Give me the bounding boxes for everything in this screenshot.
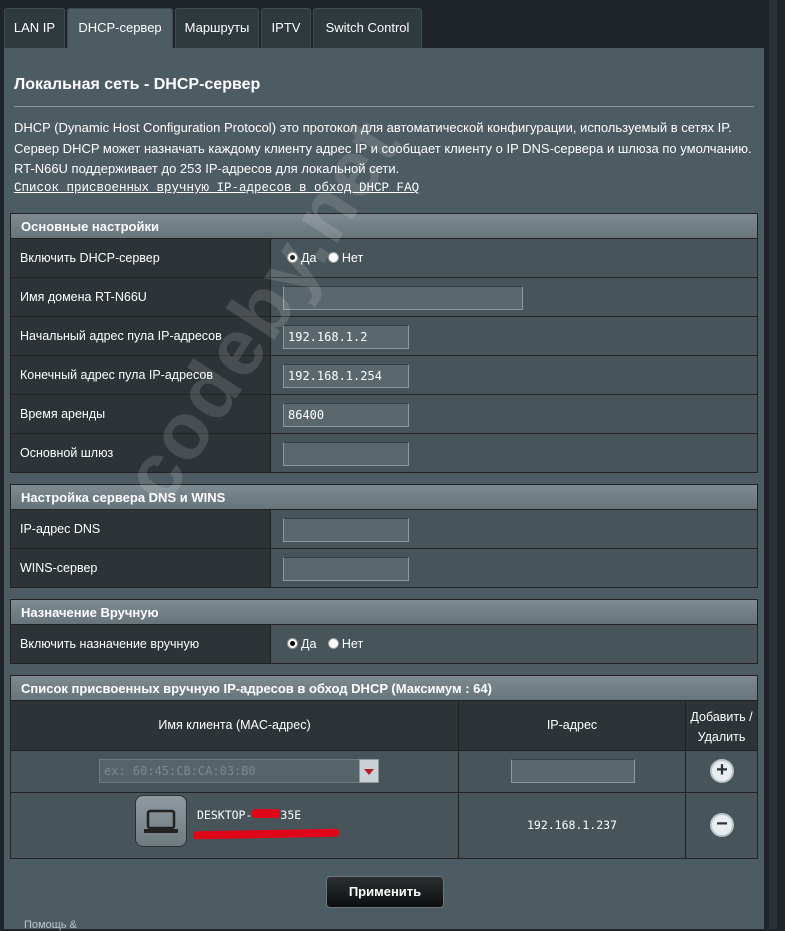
minus-icon: − xyxy=(716,813,728,835)
section-dns-header: Настройка сервера DNS и WINS xyxy=(10,484,758,510)
row-pool-end: Конечный адрес пула IP-адресов 192.168.1… xyxy=(10,356,758,395)
domain-name-input[interactable] xyxy=(283,286,523,310)
pool-start-label: Начальный адрес пула IP-адресов xyxy=(11,317,271,355)
enable-manual-yes-radio[interactable] xyxy=(287,638,298,649)
enable-dhcp-yes-radio[interactable] xyxy=(287,252,298,263)
mac-address-input[interactable]: ex: 60:45:CB:CA:03:B0 xyxy=(99,759,361,783)
tab-iptv[interactable]: IPTV xyxy=(261,8,311,48)
row-dns-ip: IP-адрес DNS xyxy=(10,510,758,549)
apply-button[interactable]: Применить xyxy=(326,876,444,908)
main-panel: Локальная сеть - DHCP-сервер DHCP (Dynam… xyxy=(4,48,764,929)
tab-lan-ip[interactable]: LAN IP xyxy=(4,8,65,48)
gateway-input[interactable] xyxy=(283,442,409,466)
section-basic-header: Основные настройки xyxy=(10,213,758,239)
col-action-remove-text: Удалить xyxy=(697,730,746,744)
dns-ip-label: IP-адрес DNS xyxy=(11,510,271,548)
scroll-track[interactable] xyxy=(764,0,785,929)
client-name-prefix: DESKTOP- xyxy=(197,808,253,822)
gateway-label: Основной шлюз xyxy=(11,434,271,472)
wins-server-input[interactable] xyxy=(283,557,409,581)
pool-end-label: Конечный адрес пула IP-адресов xyxy=(11,356,271,394)
row-enable-manual: Включить назначение вручную Да Нет xyxy=(10,625,758,664)
client-device-icon[interactable] xyxy=(135,795,187,847)
redaction-mark xyxy=(252,809,281,818)
enable-manual-no-label: Нет xyxy=(341,637,364,651)
row-pool-start: Начальный адрес пула IP-адресов 192.168.… xyxy=(10,317,758,356)
row-wins-server: WINS-сервер xyxy=(10,549,758,588)
pool-end-input[interactable]: 192.168.1.254 xyxy=(283,364,409,388)
row-enable-dhcp: Включить DHCP-сервер Да Нет xyxy=(10,239,758,278)
enable-manual-no-radio[interactable] xyxy=(327,638,339,649)
mac-redaction-mark xyxy=(192,828,340,840)
remove-entry-button[interactable]: − xyxy=(710,813,734,837)
domain-name-label: Имя домена RT-N66U xyxy=(11,278,271,316)
enable-dhcp-no-label: Нет xyxy=(341,251,364,265)
dns-ip-input[interactable] xyxy=(283,518,409,542)
help-link[interactable]: Помощь & xyxy=(24,919,77,931)
enable-dhcp-yes-label: Да xyxy=(301,251,317,265)
page-title: Локальная сеть - DHCP-сервер xyxy=(14,76,261,93)
plus-icon: + xyxy=(716,759,728,781)
enable-dhcp-label: Включить DHCP-сервер xyxy=(11,239,271,277)
client-name-suffix: 35E xyxy=(280,808,302,822)
title-divider xyxy=(14,106,754,107)
tab-switch-control[interactable]: Switch Control xyxy=(313,8,422,48)
wins-server-label: WINS-сервер xyxy=(11,549,271,587)
laptop-icon xyxy=(144,809,178,833)
lease-time-label: Время аренды xyxy=(11,395,271,433)
section-list-header: Список присвоенных вручную IP-адресов в … xyxy=(10,675,758,701)
col-client-header: Имя клиента (MAC-адрес) xyxy=(11,701,459,751)
enable-manual-yes-label: Да xyxy=(301,637,317,651)
faq-link[interactable]: Список присвоенных вручную IP-адресов в … xyxy=(14,181,419,195)
pool-start-input[interactable]: 192.168.1.2 xyxy=(283,325,409,349)
list-column-headers: Имя клиента (MAC-адрес) IP-адрес Добавит… xyxy=(10,701,758,751)
list-add-row: ex: 60:45:CB:CA:03:B0 + xyxy=(10,751,758,793)
row-domain-name: Имя домена RT-N66U xyxy=(10,278,758,317)
col-action-add-text: Добавить / xyxy=(690,710,753,724)
client-dropdown-button[interactable] xyxy=(359,759,379,783)
add-entry-button[interactable]: + xyxy=(710,759,734,783)
entry-ip: 192.168.1.237 xyxy=(459,793,686,858)
manual-ip-input[interactable] xyxy=(511,759,635,783)
enable-manual-label: Включить назначение вручную xyxy=(11,625,271,663)
col-action-header: Добавить / Удалить xyxy=(686,701,757,751)
col-ip-header: IP-адрес xyxy=(459,701,686,751)
section-manual-header: Назначение Вручную xyxy=(10,599,758,625)
page-description: DHCP (Dynamic Host Configuration Protoco… xyxy=(14,120,752,176)
tab-routes[interactable]: Маршруты xyxy=(175,8,259,48)
list-entry-row: DESKTOP- 35E 192.168.1.237 − xyxy=(10,793,758,859)
tab-dhcp-server[interactable]: DHCP-сервер xyxy=(67,8,173,48)
enable-dhcp-no-radio[interactable] xyxy=(327,252,339,263)
lease-time-input[interactable]: 86400 xyxy=(283,403,409,427)
row-lease-time: Время аренды 86400 xyxy=(10,395,758,434)
client-name: DESKTOP- 35E xyxy=(197,808,301,822)
chevron-down-icon xyxy=(364,769,374,775)
row-gateway: Основной шлюз xyxy=(10,434,758,473)
